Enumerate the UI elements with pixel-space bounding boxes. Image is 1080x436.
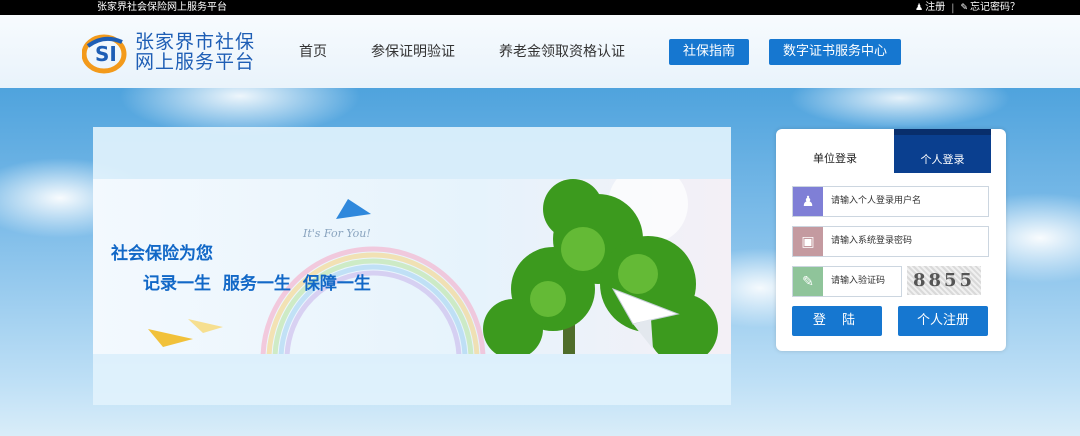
captcha-input[interactable]: ✎ 请输入验证码 (792, 266, 902, 297)
nav-pension-certify[interactable]: 养老金领取资格认证 (499, 39, 625, 65)
top-bar: 张家界社会保险网上服务平台 ♟ 注册 | ✎ 忘记密码？ (0, 0, 1080, 15)
header: SI 张家界市社保 网上服务平台 首页 参保证明验证 养老金领取资格认证 社保指… (0, 15, 1080, 88)
logo-line2: 网上服务平台 (135, 51, 256, 73)
banner-illustration (148, 179, 718, 354)
logo-text: 张家界市社保 网上服务平台 (135, 32, 255, 72)
pencil-icon: ✎ (960, 3, 968, 13)
forgot-password-link[interactable]: ✎ 忘记密码？ (960, 0, 1020, 16)
banner: It's For You! 社会保险为您 记录一生 服务一生 保障一生 (93, 179, 731, 354)
personal-register-button[interactable]: 个人注册 (898, 306, 988, 336)
nav-insurance-verify[interactable]: 参保证明验证 (371, 39, 455, 65)
nav-guide-button[interactable]: 社保指南 (669, 39, 750, 65)
login-box: 单位登录 个人登录 ♟ 请输入个人登录用户名 ▣ 请输入系统登录密码 ✎ 请输入… (776, 129, 1006, 351)
nav-home[interactable]: 首页 (299, 39, 327, 65)
password-placeholder: 请输入系统登录密码 (831, 236, 913, 246)
main-nav: 首页 参保证明验证 养老金领取资格认证 社保指南 数字证书服务中心 (299, 39, 921, 65)
lock-icon: ▣ (793, 227, 823, 256)
banner-slogan2: 记录一生 服务一生 保障一生 (143, 274, 371, 294)
register-label: 注册 (925, 2, 946, 13)
separator: | (951, 2, 955, 14)
user-icon: ♟ (793, 187, 823, 216)
captcha-placeholder: 请输入验证码 (831, 276, 886, 286)
username-input[interactable]: ♟ 请输入个人登录用户名 (792, 186, 989, 217)
pencil-icon: ✎ (793, 267, 823, 296)
banner-slogan1: 社会保险为您 (111, 244, 213, 264)
username-placeholder: 请输入个人登录用户名 (831, 196, 922, 206)
logo-line1: 张家界市社保 (135, 31, 256, 53)
banner-script: It's For You! (303, 227, 371, 240)
tab-unit-login[interactable]: 单位登录 (776, 129, 894, 173)
top-links: ♟ 注册 | ✎ 忘记密码？ (915, 0, 1020, 16)
nav-digital-cert-button[interactable]: 数字证书服务中心 (769, 39, 902, 65)
forgot-password-label: 忘记密码？ (970, 2, 1020, 13)
password-input[interactable]: ▣ 请输入系统登录密码 (792, 226, 989, 257)
logo[interactable]: SI 张家界市社保 网上服务平台 (81, 30, 255, 74)
register-link[interactable]: ♟ 注册 (915, 0, 945, 16)
captcha-image[interactable]: 8855 (907, 266, 981, 295)
user-icon: ♟ (915, 3, 924, 13)
login-button[interactable]: 登 陆 (792, 306, 882, 336)
svg-text:SI: SI (95, 42, 117, 66)
site-name: 张家界社会保险网上服务平台 (97, 2, 227, 13)
logo-icon: SI (81, 30, 130, 74)
tab-personal-login[interactable]: 个人登录 (894, 129, 991, 173)
